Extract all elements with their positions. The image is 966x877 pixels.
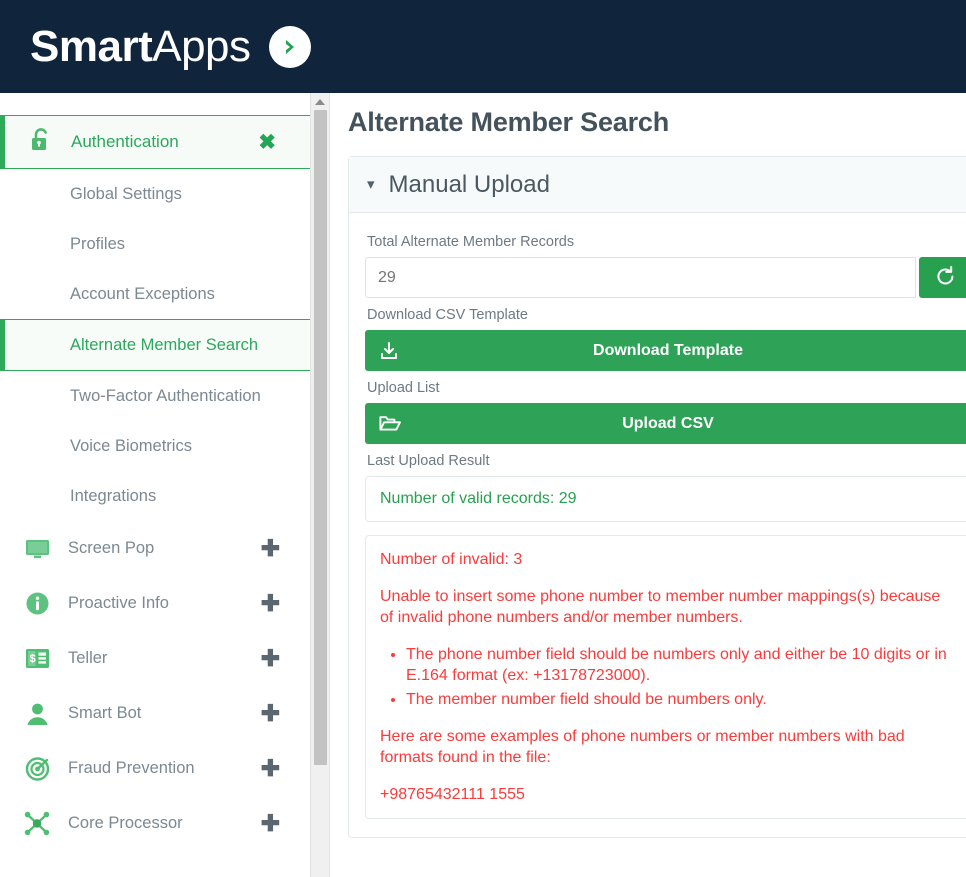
manual-upload-body: Total Alternate Member Records Download … — [349, 213, 966, 837]
download-template-button[interactable]: Download Template — [365, 330, 966, 371]
info-circle-icon — [24, 591, 50, 617]
logo-text-bold: Smart — [30, 21, 153, 71]
main-content: Alternate Member Search ▾ Manual Upload … — [330, 93, 966, 877]
network-icon — [24, 811, 50, 837]
sidebar-item-voice-biometrics[interactable]: Voice Biometrics — [0, 421, 310, 471]
sidebar-group-label: Authentication — [71, 132, 179, 151]
app-header: SmartApps — [0, 0, 966, 93]
valid-records-text: Number of valid records: 29 — [380, 490, 577, 507]
refresh-button[interactable] — [919, 257, 966, 298]
svg-text:$: $ — [29, 653, 35, 665]
sidebar-item-teller[interactable]: $ Teller ✚ — [0, 631, 310, 686]
upload-csv-button-label: Upload CSV — [622, 414, 714, 432]
sidebar-item-label: Two-Factor Authentication — [70, 386, 261, 405]
sidebar-item-label: Smart Bot — [68, 704, 142, 722]
sidebar-item-account-exceptions[interactable]: Account Exceptions — [0, 269, 310, 319]
manual-upload-panel: ▾ Manual Upload Total Alternate Member R… — [348, 156, 966, 838]
example-line: +98765432111 1555 — [380, 785, 525, 803]
sidebar-group-authentication[interactable]: Authentication ✖ — [0, 115, 310, 169]
radar-icon — [24, 756, 50, 782]
sidebar: Authentication ✖ Global Settings Profile… — [0, 93, 330, 877]
sidebar-item-label: Integrations — [70, 486, 157, 505]
sidebar-item-label: Screen Pop — [68, 539, 155, 557]
sidebar-item-integrations[interactable]: Integrations — [0, 471, 310, 521]
sidebar-item-label: Proactive Info — [68, 594, 169, 612]
open-folder-icon — [379, 414, 401, 433]
money-icon: $ — [24, 646, 50, 672]
last-upload-result-label: Last Upload Result — [367, 453, 490, 469]
manual-upload-title: Manual Upload — [388, 170, 550, 198]
sidebar-item-fraud-prevention[interactable]: Fraud Prevention ✚ — [0, 741, 310, 796]
download-template-button-label: Download Template — [593, 341, 743, 359]
monitor-icon — [24, 536, 50, 562]
sidebar-item-smart-bot[interactable]: Smart Bot ✚ — [0, 686, 310, 741]
invalid-intro-text: Unable to insert some phone number to me… — [380, 588, 941, 627]
unlock-icon — [29, 127, 53, 158]
sidebar-scrollbar[interactable] — [310, 93, 329, 877]
sidebar-item-screen-pop[interactable]: Screen Pop ✚ — [0, 521, 310, 576]
sidebar-item-alternate-member-search[interactable]: Alternate Member Search — [0, 319, 310, 371]
sidebar-item-label: Account Exceptions — [70, 284, 215, 303]
invalid-records-box: Number of invalid: 3 Unable to insert so… — [365, 535, 966, 819]
add-icon[interactable]: ✚ — [261, 702, 280, 725]
page-title: Alternate Member Search — [348, 107, 670, 137]
add-icon[interactable]: ✚ — [261, 812, 280, 835]
refresh-icon — [935, 265, 956, 290]
upload-list-label: Upload List — [367, 380, 440, 396]
add-icon[interactable]: ✚ — [261, 537, 280, 560]
valid-records-box: Number of valid records: 29 — [365, 476, 966, 522]
total-records-label: Total Alternate Member Records — [367, 234, 575, 250]
sidebar-item-two-factor-authentication[interactable]: Two-Factor Authentication — [0, 371, 310, 421]
close-icon[interactable]: ✖ — [258, 132, 276, 153]
total-records-row — [365, 257, 966, 298]
download-icon — [379, 341, 399, 361]
list-item: The member number field should be number… — [406, 689, 956, 710]
logo-text-light: Apps — [152, 21, 251, 71]
scroll-up-arrow-icon[interactable] — [311, 93, 329, 110]
sidebar-item-label: Alternate Member Search — [70, 335, 259, 354]
sidebar-item-label: Voice Biometrics — [70, 436, 192, 455]
app-logo: SmartApps — [30, 21, 251, 71]
sidebar-item-label: Core Processor — [68, 814, 183, 832]
sidebar-item-global-settings[interactable]: Global Settings — [0, 169, 310, 219]
upload-csv-button[interactable]: Upload CSV — [365, 403, 966, 444]
add-icon[interactable]: ✚ — [261, 647, 280, 670]
sidebar-item-label: Fraud Prevention — [68, 759, 195, 777]
sidebar-item-label: Profiles — [70, 234, 126, 253]
add-icon[interactable]: ✚ — [261, 757, 280, 780]
sidebar-item-core-processor[interactable]: Core Processor ✚ — [0, 796, 310, 851]
download-template-label: Download CSV Template — [367, 307, 528, 323]
scrollbar-thumb[interactable] — [313, 110, 327, 765]
examples-intro-text: Here are some examples of phone numbers … — [380, 727, 905, 766]
manual-upload-header[interactable]: ▾ Manual Upload — [349, 157, 966, 213]
sidebar-item-label: Global Settings — [70, 184, 182, 203]
sidebar-nav: Authentication ✖ Global Settings Profile… — [0, 93, 310, 877]
sidebar-item-profiles[interactable]: Profiles — [0, 219, 310, 269]
list-item: The phone number field should be numbers… — [406, 644, 956, 686]
total-records-input[interactable] — [365, 257, 916, 298]
chevron-down-icon[interactable]: ▾ — [367, 177, 375, 192]
add-icon[interactable]: ✚ — [261, 592, 280, 615]
invalid-rules-list: The phone number field should be numbers… — [406, 644, 956, 709]
sidebar-item-proactive-info[interactable]: Proactive Info ✚ — [0, 576, 310, 631]
body-wrapper: Authentication ✖ Global Settings Profile… — [0, 93, 966, 877]
chevron-right-icon — [268, 25, 311, 68]
person-icon — [24, 701, 50, 727]
sidebar-item-label: Teller — [68, 649, 108, 667]
invalid-count-text: Number of invalid: 3 — [380, 551, 523, 568]
